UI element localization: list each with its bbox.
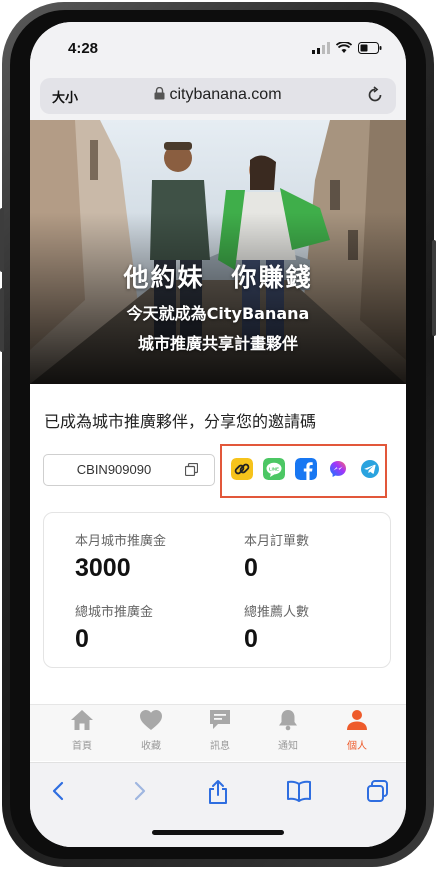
monthly-orders-value: 0: [244, 554, 258, 582]
status-bar: 4:28: [30, 22, 406, 74]
status-icons: [312, 42, 382, 54]
battery-icon: [358, 42, 382, 54]
lock-icon: [154, 86, 165, 100]
monthly-orders-label: 本月訂單數: [244, 534, 310, 549]
telegram-icon[interactable]: [359, 458, 381, 480]
tab-messages[interactable]: 訊息: [196, 709, 244, 752]
share-heading: 已成為城市推廣夥伴，分享您的邀請碼: [44, 412, 317, 431]
share-icons-highlight: LINE: [220, 444, 387, 498]
bell-icon: [279, 710, 297, 731]
invite-code: CBIN909090: [76, 462, 152, 477]
tab-favorites[interactable]: 收藏: [127, 709, 175, 752]
total-promo-value: 0: [75, 625, 89, 653]
line-icon[interactable]: LINE: [263, 458, 285, 480]
facebook-icon[interactable]: [295, 458, 317, 480]
browser-address-area: 大小 citybanana.com: [30, 74, 406, 120]
chat-icon: [210, 710, 230, 729]
stats-card: 本月城市推廣金 3000 本月訂單數 0 總城市推廣金 0 總推薦人數 0: [43, 512, 391, 668]
url-text: citybanana.com: [169, 86, 282, 103]
side-button: [0, 288, 4, 352]
tab-favorites-label: 收藏: [141, 741, 161, 752]
home-indicator: [152, 830, 284, 835]
app-tab-bar: 首頁 收藏 訊息 通知 個人: [30, 704, 406, 761]
messenger-icon[interactable]: [327, 458, 349, 480]
svg-text:LINE: LINE: [269, 466, 279, 471]
forward-icon[interactable]: [128, 779, 150, 803]
tab-messages-label: 訊息: [210, 741, 230, 752]
tab-home-label: 首頁: [72, 741, 92, 752]
hero-banner: 他約妹 你賺錢 今天就成為CityBanana 城市推廣共享計畫夥伴: [30, 120, 406, 384]
home-icon: [71, 710, 93, 730]
tab-profile-label: 個人: [347, 741, 367, 752]
share-icon[interactable]: [206, 779, 230, 805]
power-button: [432, 240, 436, 336]
total-promo-label: 總城市推廣金: [75, 605, 154, 620]
tab-home[interactable]: 首頁: [58, 709, 106, 752]
hero-subtitle-line1: 今天就成為CityBanana: [126, 304, 310, 323]
wifi-icon: [336, 42, 352, 53]
side-button: [0, 208, 4, 272]
signal-icon: [312, 42, 330, 54]
bookmarks-icon[interactable]: [286, 779, 312, 803]
address-bar[interactable]: 大小 citybanana.com: [40, 78, 396, 114]
hero-subtitle-line2: 城市推廣共享計畫夥伴: [137, 334, 298, 353]
tabs-icon[interactable]: [366, 779, 390, 803]
link-icon[interactable]: [231, 458, 253, 480]
total-referrals-value: 0: [244, 625, 258, 653]
reload-icon[interactable]: [366, 86, 384, 104]
monthly-promo-label: 本月城市推廣金: [75, 534, 167, 549]
status-time: 4:28: [68, 40, 99, 57]
person-icon: [347, 710, 367, 730]
back-icon[interactable]: [48, 779, 70, 803]
total-referrals-label: 總推薦人數: [244, 605, 310, 620]
url-display[interactable]: citybanana.com: [40, 86, 396, 104]
tab-notifications-label: 通知: [278, 741, 298, 752]
tab-notifications[interactable]: 通知: [264, 709, 312, 752]
copy-icon[interactable]: [185, 463, 198, 476]
hero-title: 他約妹 你賺錢: [123, 263, 313, 292]
invite-code-field[interactable]: CBIN909090: [43, 454, 215, 486]
tab-profile[interactable]: 個人: [333, 709, 381, 752]
heart-icon: [140, 710, 162, 730]
monthly-promo-value: 3000: [75, 554, 131, 582]
phone-screen: 4:28 大小 citybanana.com 他約妹 你賺錢 今天就成為City…: [30, 22, 406, 847]
